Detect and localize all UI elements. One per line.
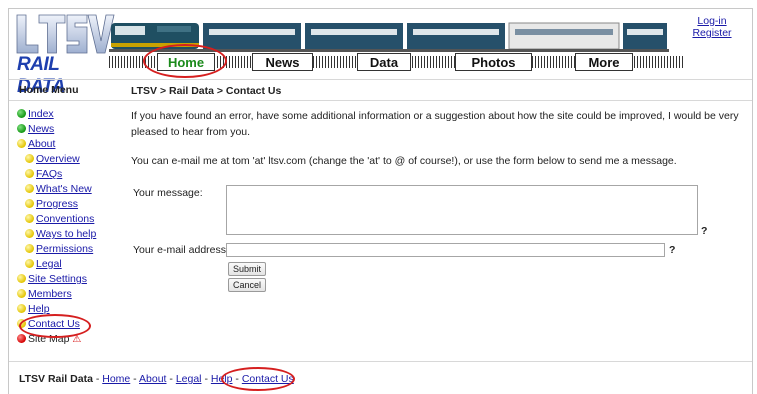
menu-item-conventions[interactable]: Conventions xyxy=(25,213,94,226)
yellow-bullet-icon xyxy=(17,274,26,283)
menu-link-whats-new[interactable]: What's New xyxy=(36,183,92,195)
register-link[interactable]: Register xyxy=(692,27,731,39)
account-links: Log-in Register xyxy=(679,15,745,39)
breadcrumb: LTSV > Rail Data > Contact Us xyxy=(131,85,282,97)
footer-link-contact-us[interactable]: Contact Us xyxy=(242,373,294,385)
footer-link-home[interactable]: Home xyxy=(102,373,130,385)
email-input[interactable] xyxy=(226,243,665,257)
footer-separator: - xyxy=(166,373,176,385)
yellow-bullet-icon xyxy=(25,199,34,208)
footer-separator: - xyxy=(201,373,211,385)
nav-photos-button[interactable]: Photos xyxy=(455,53,532,71)
menu-link-site-settings[interactable]: Site Settings xyxy=(28,273,87,285)
yellow-bullet-icon xyxy=(25,184,34,193)
footer-separator: - xyxy=(232,373,242,385)
menu-link-progress[interactable]: Progress xyxy=(36,198,78,210)
menu-item-site-map[interactable]: Site Map ⚠ xyxy=(17,333,81,346)
yellow-bullet-icon xyxy=(25,214,34,223)
menu-item-contact-us[interactable]: Contact Us xyxy=(17,318,80,331)
message-label: Your message: xyxy=(133,187,203,199)
yellow-bullet-icon xyxy=(17,139,26,148)
menu-item-index[interactable]: Index xyxy=(17,108,54,121)
breadcrumb-divider xyxy=(9,100,752,101)
menu-text-site-map[interactable]: Site Map xyxy=(28,333,69,345)
nav-home-button[interactable]: Home xyxy=(157,53,215,71)
menu-item-about[interactable]: About xyxy=(17,138,55,151)
footer-link-help[interactable]: Help xyxy=(211,373,233,385)
page-frame: RAIL DATA Home News Data Photos More Log… xyxy=(8,8,753,394)
yellow-bullet-icon xyxy=(25,154,34,163)
nav-data-button[interactable]: Data xyxy=(357,53,411,71)
nav-more-button[interactable]: More xyxy=(575,53,633,71)
menu-item-site-settings[interactable]: Site Settings xyxy=(17,273,87,286)
green-bullet-icon xyxy=(17,124,26,133)
header-divider xyxy=(9,79,752,80)
menu-link-members[interactable]: Members xyxy=(28,288,72,300)
nav-news-button[interactable]: News xyxy=(252,53,313,71)
menu-item-progress[interactable]: Progress xyxy=(25,198,78,211)
menu-link-index[interactable]: Index xyxy=(28,108,54,120)
menu-item-legal[interactable]: Legal xyxy=(25,258,62,271)
footer-link-about[interactable]: About xyxy=(139,373,166,385)
login-link[interactable]: Log-in xyxy=(697,15,726,27)
menu-link-overview[interactable]: Overview xyxy=(36,153,80,165)
menu-link-conventions[interactable]: Conventions xyxy=(36,213,94,225)
menu-item-faqs[interactable]: FAQs xyxy=(25,168,62,181)
menu-link-news[interactable]: News xyxy=(28,123,54,135)
menu-title: Home Menu xyxy=(19,84,79,96)
email-info-text: You can e-mail me at tom 'at' ltsv.com (… xyxy=(131,155,677,167)
footer: LTSV Rail Data - Home - About - Legal - … xyxy=(19,373,294,385)
menu-item-help[interactable]: Help xyxy=(17,303,50,316)
menu-link-faqs[interactable]: FAQs xyxy=(36,168,62,180)
menu-item-members[interactable]: Members xyxy=(17,288,72,301)
site-logo[interactable]: RAIL DATA xyxy=(15,13,115,97)
yellow-bullet-icon xyxy=(17,304,26,313)
menu-item-overview[interactable]: Overview xyxy=(25,153,80,166)
intro-text: If you have found an error, have some ad… xyxy=(131,110,739,138)
yellow-bullet-icon xyxy=(25,229,34,238)
yellow-bullet-icon xyxy=(17,289,26,298)
footer-separator: - xyxy=(130,373,140,385)
cancel-button[interactable]: Cancel xyxy=(228,278,267,292)
message-textarea[interactable] xyxy=(226,185,698,235)
yellow-bullet-icon xyxy=(25,244,34,253)
yellow-bullet-icon xyxy=(25,169,34,178)
menu-link-help[interactable]: Help xyxy=(28,303,50,315)
yellow-bullet-icon xyxy=(17,319,26,328)
red-bullet-icon xyxy=(17,334,26,343)
menu-link-legal[interactable]: Legal xyxy=(36,258,62,270)
green-bullet-icon xyxy=(17,109,26,118)
footer-separator: - xyxy=(92,373,103,385)
email-label: Your e-mail address: xyxy=(133,244,229,256)
warning-icon: ⚠ xyxy=(72,334,82,345)
menu-link-about[interactable]: About xyxy=(28,138,55,150)
train-banner-image xyxy=(109,22,669,52)
footer-divider xyxy=(9,361,752,362)
yellow-bullet-icon xyxy=(25,259,34,268)
menu-item-news[interactable]: News xyxy=(17,123,54,136)
menu-item-whats-new[interactable]: What's New xyxy=(25,183,92,196)
menu-link-contact-us[interactable]: Contact Us xyxy=(28,318,80,330)
email-help-icon[interactable]: ? xyxy=(669,244,675,256)
menu-item-ways-to-help[interactable]: Ways to help xyxy=(25,228,96,241)
footer-site-name: LTSV Rail Data xyxy=(19,373,93,385)
submit-button[interactable]: Submit xyxy=(228,262,267,276)
logo-letters-graphic xyxy=(16,14,115,54)
footer-link-legal[interactable]: Legal xyxy=(176,373,202,385)
site-header: RAIL DATA Home News Data Photos More Log… xyxy=(9,9,752,97)
message-help-icon[interactable]: ? xyxy=(701,225,707,237)
menu-link-ways-to-help[interactable]: Ways to help xyxy=(36,228,96,240)
menu-item-permissions[interactable]: Permissions xyxy=(25,243,93,256)
menu-link-permissions[interactable]: Permissions xyxy=(36,243,93,255)
